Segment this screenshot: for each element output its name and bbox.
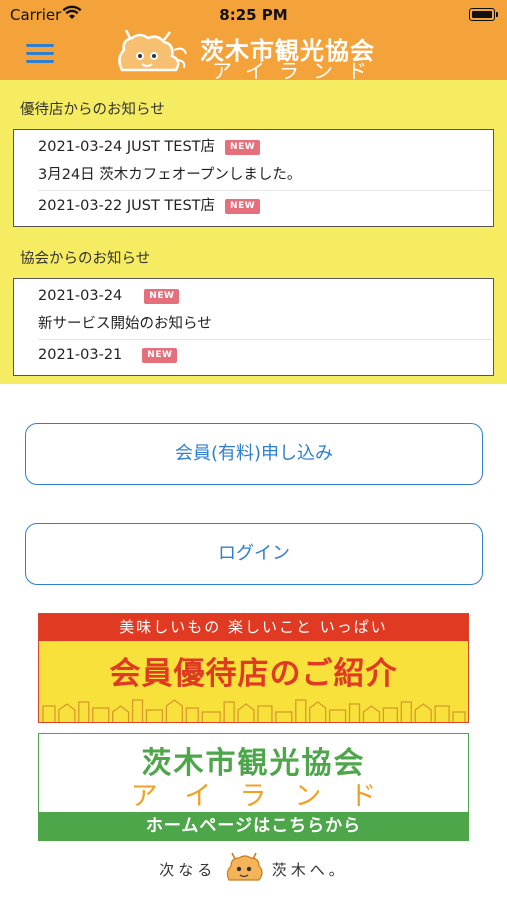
app-logo: 茨木市観光協会 アイランド <box>112 28 402 83</box>
clock: 8:25 PM <box>219 6 288 24</box>
homepage-banner[interactable]: 茨木市観光協会 アイランド ホームページはこちらから <box>38 733 469 841</box>
status-bar: Carrier 8:25 PM <box>0 0 507 30</box>
notice-meta: 2021-03-24 <box>38 288 123 304</box>
slogan-left: 次なる <box>159 860 217 879</box>
battery-icon <box>469 8 498 21</box>
new-badge: NEW <box>142 347 178 363</box>
list-item[interactable]: 2021-03-21 NEW <box>14 340 493 370</box>
banner-tagline: 美味しいもの 楽しいこと いっぱい <box>39 614 468 641</box>
notice-meta: 2021-03-24 JUST TEST店 <box>38 139 216 155</box>
list-item[interactable]: 2021-03-24 JUST TEST店 NEW <box>14 132 493 162</box>
menu-icon <box>26 44 54 47</box>
notice-text: 新サービス開始のお知らせ <box>38 316 212 332</box>
signup-button[interactable]: 会員(有料)申し込み <box>25 423 483 485</box>
app-header: 茨木市観光協会 アイランド <box>0 28 507 83</box>
notice-text: 3月24日 茨木カフェオープンしました。 <box>38 167 302 183</box>
town-skyline-icon <box>42 699 466 722</box>
mascot-logo-icon <box>118 30 187 72</box>
new-badge: NEW <box>225 139 261 155</box>
footer-slogan: 次なる 茨木へ。 <box>0 852 507 888</box>
list-item[interactable]: 2021-03-24 NEW <box>14 281 493 311</box>
homepage-link[interactable]: ホームページはこちらから <box>39 812 468 840</box>
notice-meta: 2021-03-22 JUST TEST店 <box>38 198 216 214</box>
slogan-right: 茨木へ。 <box>271 860 348 879</box>
member-shops-banner[interactable]: 美味しいもの 楽しいこと いっぱい 会員優待店のご紹介 <box>38 613 469 723</box>
notices-panel: 優待店からのお知らせ 2021-03-24 JUST TEST店 NEW 3月24… <box>0 80 507 384</box>
association-notices-list[interactable]: 2021-03-24 NEW 新サービス開始のお知らせ 2021-03-21 NEW <box>13 278 494 376</box>
shop-notices-title: 優待店からのお知らせ <box>20 102 165 118</box>
notice-meta: 2021-03-21 <box>38 347 123 363</box>
shop-notices-list[interactable]: 2021-03-24 JUST TEST店 NEW 3月24日 茨木カフェオープン… <box>13 129 494 227</box>
banner-subtitle: アイランド <box>130 781 405 812</box>
menu-button[interactable] <box>26 44 54 64</box>
list-item[interactable]: 2021-03-22 JUST TEST店 NEW <box>14 191 493 221</box>
new-badge: NEW <box>225 198 261 214</box>
new-badge: NEW <box>144 288 180 304</box>
banner-headline: 会員優待店のご紹介 <box>109 656 398 692</box>
login-button[interactable]: ログイン <box>25 523 483 585</box>
mascot-icon <box>226 852 263 881</box>
association-notices-title: 協会からのお知らせ <box>20 251 151 267</box>
